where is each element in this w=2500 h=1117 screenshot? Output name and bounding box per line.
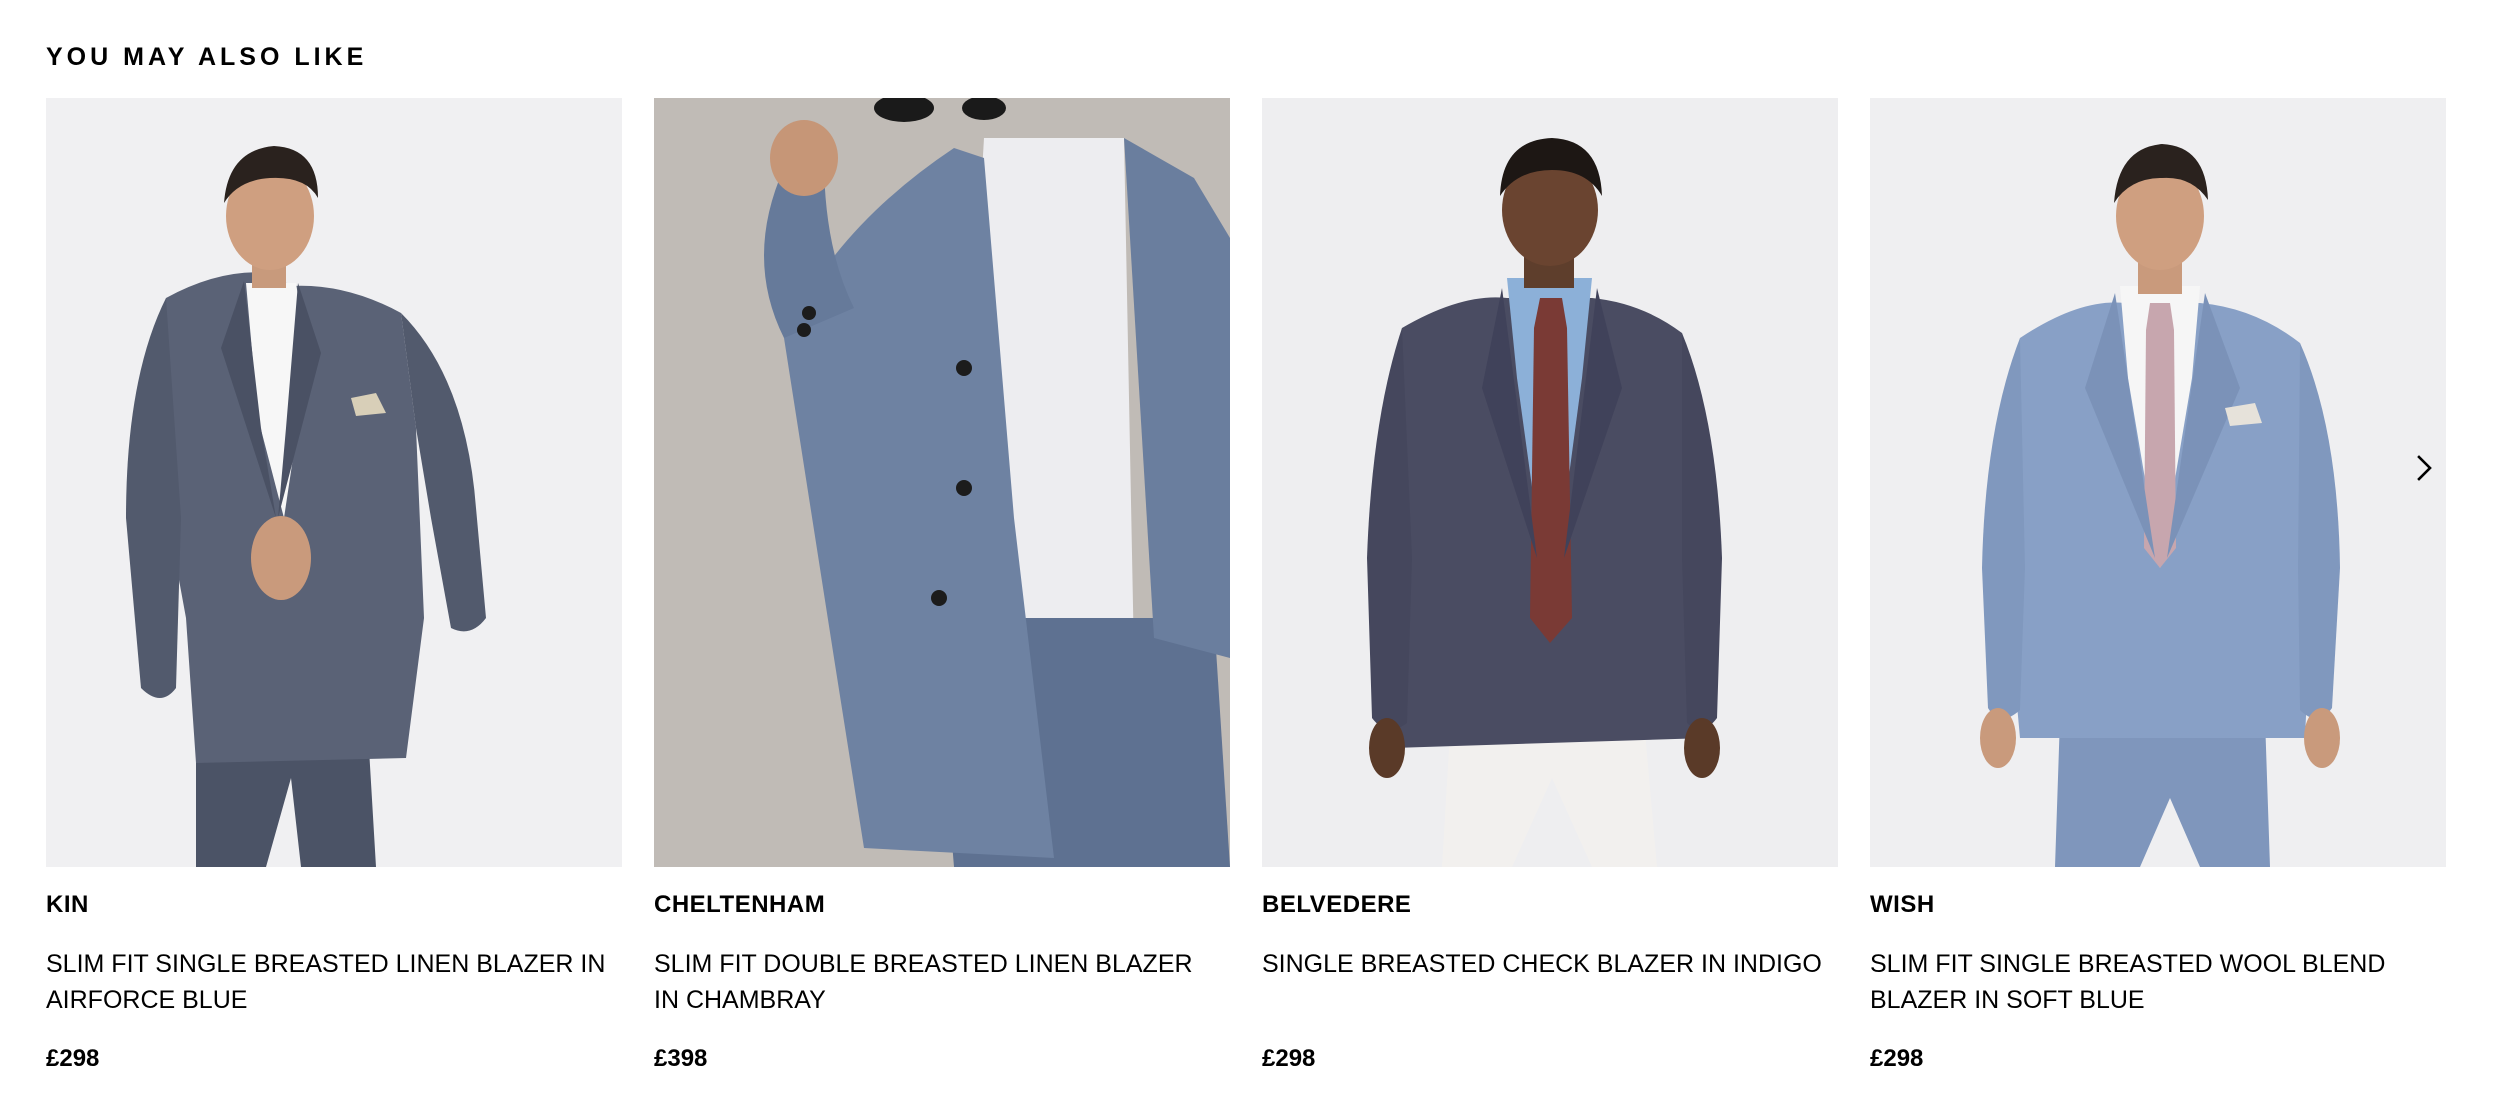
carousel-next-button[interactable] (2400, 444, 2448, 492)
product-photo (1262, 98, 1838, 867)
product-card[interactable]: CHELTENHAM SLIM FIT DOUBLE BREASTED LINE… (654, 98, 1230, 1098)
product-card[interactable]: BELVEDERE SINGLE BREASTED CHECK BLAZER I… (1262, 98, 1838, 1098)
product-description[interactable]: SLIM FIT DOUBLE BREASTED LINEN BLAZER IN… (654, 946, 1214, 1018)
section-title: YOU MAY ALSO LIKE (46, 43, 368, 71)
product-price: £298 (1870, 1045, 1924, 1072)
chevron-right-icon (2417, 455, 2432, 481)
product-brand[interactable]: BELVEDERE (1262, 891, 1411, 919)
product-price: £298 (46, 1045, 100, 1072)
product-brand[interactable]: WISH (1870, 891, 1935, 919)
product-description[interactable]: SINGLE BREASTED CHECK BLAZER IN INDIGO (1262, 946, 1822, 982)
product-description[interactable]: SLIM FIT SINGLE BREASTED WOOL BLEND BLAZ… (1870, 946, 2430, 1018)
product-carousel: KIN SLIM FIT SINGLE BREASTED LINEN BLAZE… (46, 98, 2454, 1098)
product-price: £398 (654, 1045, 708, 1072)
product-image[interactable] (1870, 98, 2446, 867)
product-image[interactable] (654, 98, 1230, 867)
product-image[interactable] (1262, 98, 1838, 867)
product-photo (654, 98, 1230, 867)
product-photo (1870, 98, 2446, 867)
product-image[interactable] (46, 98, 622, 867)
product-description[interactable]: SLIM FIT SINGLE BREASTED LINEN BLAZER IN… (46, 946, 606, 1018)
product-price: £298 (1262, 1045, 1316, 1072)
product-photo (46, 98, 622, 867)
product-brand[interactable]: KIN (46, 891, 89, 919)
product-card[interactable]: WISH SLIM FIT SINGLE BREASTED WOOL BLEND… (1870, 98, 2446, 1098)
product-brand[interactable]: CHELTENHAM (654, 891, 825, 919)
product-card[interactable]: KIN SLIM FIT SINGLE BREASTED LINEN BLAZE… (46, 98, 622, 1098)
